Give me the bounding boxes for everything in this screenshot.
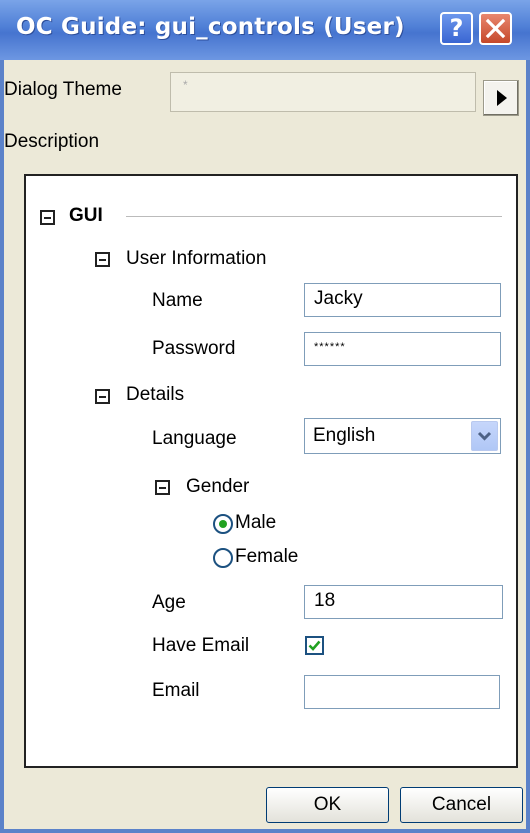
language-label: Language <box>152 428 237 449</box>
dialog-theme-label: Dialog Theme <box>4 79 122 100</box>
gender-male-radio[interactable] <box>213 514 233 534</box>
language-select[interactable]: English <box>304 418 501 454</box>
language-dropdown-button[interactable] <box>471 421 498 451</box>
have-email-label: Have Email <box>152 635 250 656</box>
gender-male-label[interactable]: Male <box>235 512 276 534</box>
password-field[interactable]: ****** <box>304 332 501 366</box>
age-field[interactable]: 18 <box>304 585 503 619</box>
ok-button[interactable]: OK <box>266 787 389 823</box>
language-value: English <box>313 425 376 446</box>
email-label: Email <box>152 680 200 701</box>
collapse-gender-icon[interactable] <box>155 480 170 495</box>
have-email-checkbox[interactable] <box>305 636 324 655</box>
help-button[interactable]: ? <box>440 12 473 45</box>
window-title: OC Guide: gui_controls (User) <box>16 14 405 40</box>
age-label: Age <box>152 592 186 613</box>
collapse-gui-icon[interactable] <box>40 210 55 225</box>
name-field[interactable]: Jacky <box>304 283 501 317</box>
name-label: Name <box>152 290 203 311</box>
description-label: Description <box>4 131 100 152</box>
checkmark-icon <box>308 640 321 651</box>
dialog-theme-field[interactable]: * <box>170 72 476 112</box>
gender-female-radio[interactable] <box>213 548 233 568</box>
close-icon <box>485 18 506 39</box>
password-label: Password <box>152 338 236 359</box>
gender-female-label[interactable]: Female <box>235 546 298 568</box>
collapse-user-information-icon[interactable] <box>95 252 110 267</box>
dialog-theme-menu-button[interactable] <box>483 80 519 116</box>
group-divider <box>126 216 502 217</box>
gender-label: Gender <box>186 476 250 497</box>
cancel-button[interactable]: Cancel <box>400 787 523 823</box>
close-button[interactable] <box>479 12 512 45</box>
details-label: Details <box>126 384 185 405</box>
dialog-theme-value: * <box>183 78 188 92</box>
title-bar[interactable]: OC Guide: gui_controls (User) ? <box>0 0 530 60</box>
user-information-label: User Information <box>126 248 267 269</box>
gui-group-label: GUI <box>69 205 103 226</box>
chevron-down-icon <box>477 431 492 441</box>
collapse-details-icon[interactable] <box>95 389 110 404</box>
email-field[interactable] <box>304 675 500 709</box>
dialog-window: OC Guide: gui_controls (User) ? Dialog T… <box>0 0 530 833</box>
